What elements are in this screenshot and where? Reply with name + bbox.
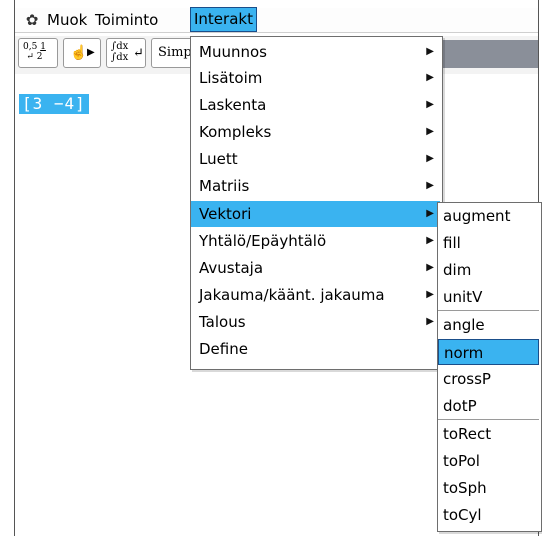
toolbar-band [440,40,538,68]
menu-item-laskenta[interactable]: Laskenta ▶ [191,92,440,118]
submenu-item-crossp[interactable]: crossP [438,366,539,392]
submenu-item-torect[interactable]: toRect [438,421,539,447]
interakt-menu: Muunnos ▶ Lisätoim ▶ Laskenta ▶ Kompleks… [190,36,443,370]
submenu-item-fill[interactable]: fill [438,230,539,256]
fraction-decimal-button[interactable]: 0,5 1 ↵ 2 [18,38,58,68]
menu-item-talous[interactable]: Talous ▶ [191,309,440,335]
menu-muok[interactable]: Muok [45,8,89,32]
menu-item-label: Kompleks [199,123,272,141]
menu-item-label: Muunnos [199,43,267,61]
menu-item-matriis[interactable]: Matriis ▶ [191,173,440,199]
menu-item-luett[interactable]: Luett ▶ [191,146,440,172]
chevron-right-icon: ▶ [426,180,434,191]
menu-item-vektori[interactable]: Vektori ▶ [191,201,440,227]
play-icon: ▶ [87,47,95,58]
menu-item-label: Avustaja [199,259,264,277]
menu-item-muunnos[interactable]: Muunnos ▶ [191,39,440,65]
hand-play-button[interactable]: ☝ ▶ [63,38,101,68]
menu-item-label: Yhtälö/Epäyhtälö [199,232,327,250]
chevron-right-icon: ▶ [426,126,434,137]
menu-item-yhtalo[interactable]: Yhtälö/Epäyhtälö ▶ [191,228,440,254]
selected-expression[interactable]: [3 −4] [19,94,89,114]
chevron-right-icon: ▶ [426,46,434,57]
menu-item-kompleks[interactable]: Kompleks ▶ [191,119,440,145]
menu-item-label: Vektori [199,205,252,223]
integral-button[interactable]: ∫dx ∫dx ↵ [106,38,146,68]
menu-item-label: Luett [199,150,238,168]
menu-item-label: Lisätoim [199,69,263,87]
chevron-right-icon: ▶ [426,99,434,110]
menu-item-label: Jakauma/käänt. jakauma [199,286,385,304]
submenu-item-tocyl[interactable]: toCyl [438,502,539,528]
submenu-item-tosph[interactable]: toSph [438,475,539,501]
menu-item-jakauma[interactable]: Jakauma/käänt. jakauma ▶ [191,282,440,308]
chevron-right-icon: ▶ [426,153,434,164]
integral-icon: ∫dx ∫dx [111,41,129,63]
chevron-right-icon: ▶ [426,235,434,246]
simp-label: Simp [158,45,192,60]
menu-item-lisatoim[interactable]: Lisätoim ▶ [191,65,440,91]
menu-separator [438,419,539,420]
menu-separator [438,310,539,311]
chevron-right-icon: ▶ [426,289,434,300]
chevron-right-icon: ▶ [426,72,434,83]
menu-item-avustaja[interactable]: Avustaja ▶ [191,255,440,281]
vektori-submenu: augment fill dim unitV angle norm crossP… [437,202,542,532]
hand-pointer-icon: ☝ [70,45,88,61]
enter-arrow-icon: ↵ [133,46,144,61]
submenu-item-dotp[interactable]: dotP [438,393,539,419]
chevron-right-icon: ▶ [426,316,434,327]
submenu-item-topol[interactable]: toPol [438,448,539,474]
submenu-item-unitv[interactable]: unitV [438,284,539,310]
submenu-item-dim[interactable]: dim [438,257,539,283]
submenu-item-angle[interactable]: angle [438,312,539,338]
menu-toiminto[interactable]: Toiminto [93,8,160,32]
submenu-item-augment[interactable]: augment [438,203,539,229]
menu-interakt[interactable]: Interakt [190,7,257,32]
menu-item-label: Laskenta [199,96,267,114]
menu-item-label: Talous [199,313,246,331]
fraction-decimal-icon: 0,5 1 ↵ 2 [23,42,46,62]
menu-item-define[interactable]: Define [191,336,440,362]
chevron-right-icon: ▶ [426,208,434,219]
gear-icon[interactable]: ✿ [23,8,41,32]
menu-item-label: Define [199,340,248,358]
submenu-item-norm[interactable]: norm [438,339,539,365]
chevron-right-icon: ▶ [426,262,434,273]
menu-item-label: Matriis [199,177,250,195]
menu-bar: ✿ Muok Toiminto Interakt [15,7,538,33]
